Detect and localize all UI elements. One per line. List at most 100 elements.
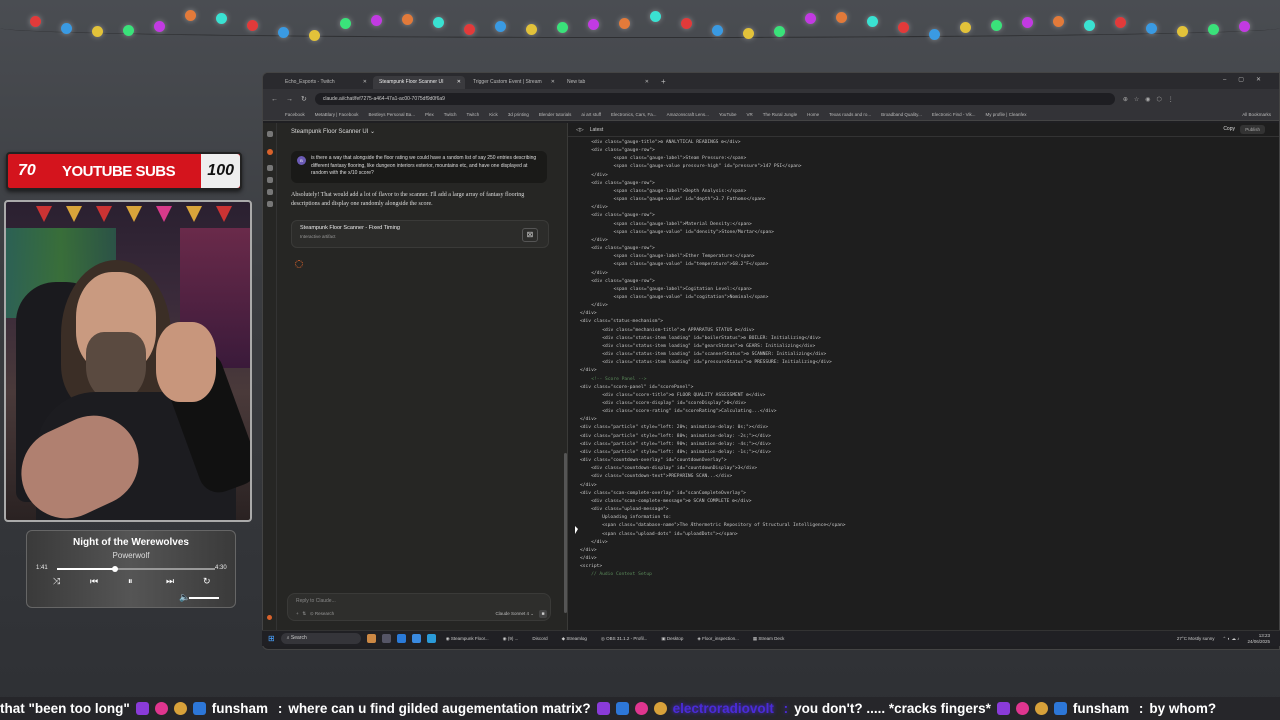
code-icon[interactable]: ◁▷ [576,127,584,133]
artifacts-icon[interactable] [267,189,273,195]
copy-button[interactable]: Copy [1223,126,1235,132]
elapsed-time: 1:41 [36,565,48,571]
side-rail [263,123,277,635]
chat-title[interactable]: Steampunk Floor Scanner UI ⌄ [291,128,375,135]
code-header: ◁▷ Latest Copy Publish [568,123,1279,137]
model-selector[interactable]: Claude Sonnet 4 ⌄ [495,611,534,617]
bookmark-item[interactable]: Facebook [285,112,305,117]
back-icon[interactable]: ← [271,96,278,103]
badge-icon [615,702,629,715]
reply-composer[interactable]: Reply to Claude... + ⇅ ⊙ Research Claude… [287,593,551,621]
taskbar-item-chrome[interactable]: ◉ Steampunk Floor... [442,636,493,642]
taskbar-item-vscode[interactable]: ◈ Floor_inspection... [693,636,743,642]
all-bookmarks[interactable]: All Bookmarks [1242,112,1271,117]
composer-tools[interactable]: + ⇅ ⊙ Research [296,611,334,617]
bookmark-item[interactable]: Electronic Find - Vik... [932,112,976,117]
tab-claude[interactable]: Steampunk Floor Scanner UI ✕ [373,76,465,89]
code-line: <span class="gauge-label">Depth Analysis… [602,188,747,194]
bookmark-item[interactable]: Twitch [467,112,480,117]
app-icon[interactable] [411,634,421,643]
shuffle-icon[interactable]: ⤨ [53,576,60,587]
recents-icon[interactable] [267,201,273,207]
url-input[interactable]: claude.ai/chat/fef7275-a464-47a1-ac00-70… [314,93,1115,105]
bookmark-item[interactable]: ai art stuff [581,112,601,117]
taskbar-item-streamdeck[interactable]: ▦ Stream Deck [749,636,789,642]
tray-icons[interactable]: ⌃ ◐ ☁ ♪ [1222,636,1239,642]
bookmark-item[interactable]: Bestleys Personal Ba... [368,112,415,117]
taskbar-item-discord[interactable]: Discord [528,636,551,641]
weather-widget[interactable]: 27°C Mostly sunny [1177,636,1215,641]
new-chat-icon[interactable] [267,149,273,155]
cam-bunting [6,202,250,230]
close-icon[interactable]: ✕ [363,79,367,85]
artifact-icon[interactable]: ⊠ [522,228,538,242]
code-line: <div class="score-title">⚙ FLOOR QUALITY… [591,392,766,398]
taskbar-item-desktop[interactable]: ▣ Desktop [657,636,687,642]
extension-icons[interactable]: ⊕☆◉⬡⋮ [1123,96,1180,103]
reply-input[interactable]: Reply to Claude... [296,598,336,604]
bookmark-item[interactable]: MetaBlary | Facebook [315,112,359,117]
progress-bar[interactable] [57,566,215,572]
window-controls[interactable]: –▢✕ [1223,76,1273,83]
repeat-icon[interactable]: ↻ [203,576,211,587]
tab-new[interactable]: New tab ✕ [561,76,653,89]
projects-icon[interactable] [267,177,273,183]
badge-icon [154,702,168,715]
tab-streamerbot[interactable]: Trigger Custom Event | Stream ✕ [467,76,559,89]
task-view-icon[interactable] [381,634,391,643]
send-icon[interactable]: ■ [539,610,547,618]
bookmark-item[interactable]: Texas roads and ro... [829,112,871,117]
taskbar-item-discord-dm[interactable]: ◉ (9) ... [499,636,523,642]
bookmark-item[interactable]: 3d printing [508,112,529,117]
close-icon[interactable]: ✕ [457,79,461,85]
ticker-message: where can u find gilded augementation ma… [288,701,591,716]
windows-start-icon[interactable]: ⊞ [268,634,275,643]
forward-icon[interactable]: → [286,96,293,103]
pause-icon[interactable]: ⏸ [128,576,133,587]
bookmark-item[interactable]: Home [807,112,819,117]
taskbar-item-obs[interactable]: ◎ OBS 31.1.2 - Profil... [597,636,651,642]
taskbar-search[interactable]: ⌕ Search [280,633,361,644]
bookmark-item[interactable]: Electronics, Cars, Fa... [611,112,657,117]
clock[interactable]: 13:23 24/06/2025 [1247,633,1270,644]
profile-icon[interactable] [267,615,272,620]
bookmark-item[interactable]: VR [747,112,753,117]
progress-knob[interactable] [112,566,119,572]
close-icon[interactable]: ✕ [551,79,555,85]
bookmark-item[interactable]: Plex [425,112,434,117]
loading-spinner-icon [295,260,303,268]
close-icon[interactable]: ✕ [645,79,649,85]
reload-icon[interactable]: ↻ [301,95,307,103]
light-bulb [1239,20,1250,32]
code-line: <div class="mechanism-title">⚙ APPARATUS… [591,327,755,333]
bookmark-item[interactable]: My profile | Cleanfex [986,112,1027,117]
bookmark-item[interactable]: Blender tutorials [539,112,572,117]
taskbar-item-streamlog[interactable]: ◆ Streamlog [558,636,591,642]
volume-slider[interactable] [189,597,219,599]
bookmark-item[interactable]: Kick [489,112,498,117]
light-bulb [123,24,134,36]
chats-icon[interactable] [267,165,273,171]
bookmark-item[interactable]: The Rural Jungle [763,112,797,117]
code-line: // Audio Context Setup [580,572,652,578]
publish-button[interactable]: Publish [1240,125,1265,134]
app-icon[interactable] [426,634,436,643]
new-tab-icon[interactable]: + [655,77,672,89]
user-avatar: B [297,156,306,165]
bookmark-item[interactable]: YouTube [719,112,737,117]
code-line: <div class="gauge-row"> [591,278,655,284]
bookmark-item[interactable]: Twitch [444,112,457,117]
code-line: <div class="gauge-row"> [591,213,655,219]
previous-icon[interactable]: ⏮ [90,576,98,587]
app-icon[interactable] [396,634,406,643]
next-icon[interactable]: ⏭ [166,576,174,587]
widgets-icon[interactable] [366,634,376,643]
sidebar-toggle-icon[interactable] [267,131,273,137]
artifact-card[interactable]: Steampunk Floor Scanner - Fixed Timing I… [291,220,549,248]
bookmark-item[interactable]: Broadband Quality... [881,112,922,117]
version-label[interactable]: Latest [590,127,604,133]
code-line: <div class="status-item loading" id="gea… [591,343,816,349]
tab-twitch[interactable]: Echo_Esports - Twitch ✕ [279,76,371,89]
light-bulb [495,20,506,32]
bookmark-item[interactable]: Amazonscraft Lens... [667,112,709,117]
